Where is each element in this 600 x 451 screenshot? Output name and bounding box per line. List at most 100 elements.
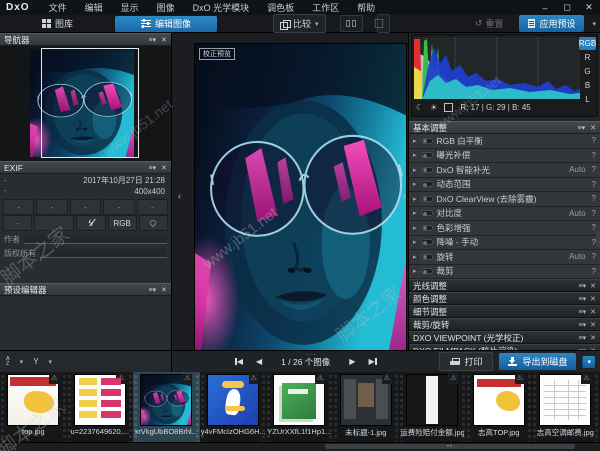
side-by-side-button[interactable]: ▯▯ bbox=[339, 15, 364, 32]
panel-menu-icon[interactable]: ≡▾ bbox=[579, 308, 587, 316]
panel-menu-icon[interactable]: ≡▾ bbox=[149, 286, 157, 294]
expand-icon[interactable]: ▸ bbox=[413, 238, 417, 246]
toggle-switch[interactable] bbox=[420, 224, 433, 231]
minimize-button[interactable]: – bbox=[534, 0, 556, 15]
expand-icon[interactable]: ▸ bbox=[413, 151, 417, 159]
menu-help[interactable]: 帮助 bbox=[348, 1, 384, 14]
panel-scrollbar[interactable] bbox=[596, 231, 600, 247]
panel-menu-icon[interactable]: ≡▾ bbox=[149, 36, 157, 44]
expand-icon[interactable]: ▸ bbox=[413, 137, 417, 145]
filmstrip-item[interactable]: ⚠ top.jpg bbox=[0, 372, 67, 442]
adjustment-row-color-enhance[interactable]: ▸ 色彩增强 ? bbox=[409, 221, 600, 236]
apply-preset-button[interactable]: 应用预设 bbox=[519, 15, 585, 32]
shadow-clipping-icon[interactable]: ☾ bbox=[416, 103, 423, 112]
panel-close-icon[interactable]: ✕ bbox=[590, 334, 596, 342]
fullscreen-preview-button[interactable]: ⃞ bbox=[377, 14, 391, 33]
panel-menu-icon[interactable]: ≡▾ bbox=[149, 164, 157, 172]
channel-r[interactable]: R bbox=[579, 51, 596, 64]
filmstrip-item[interactable]: ⚠ 未标题-1.jpg bbox=[332, 372, 399, 442]
help-icon[interactable]: ? bbox=[592, 223, 596, 232]
toggle-switch[interactable] bbox=[420, 239, 433, 246]
expand-icon[interactable]: ▸ bbox=[413, 209, 417, 217]
last-image-button[interactable]: ▶ bbox=[368, 357, 377, 366]
adjustment-row-smart-lighting[interactable]: ▸ DxO 智能补光 Auto? bbox=[409, 163, 600, 178]
expand-icon[interactable]: ▸ bbox=[413, 180, 417, 188]
menu-file[interactable]: 文件 bbox=[40, 1, 76, 14]
help-icon[interactable]: ? bbox=[592, 136, 596, 145]
compare-button[interactable]: 比较 ▾ bbox=[273, 14, 326, 33]
expand-icon[interactable]: ▸ bbox=[413, 267, 417, 275]
help-icon[interactable]: ? bbox=[592, 267, 596, 276]
panel-menu-icon[interactable]: ≡▾ bbox=[578, 124, 586, 132]
splitter-handle[interactable]: ··· bbox=[306, 350, 317, 359]
palette-light-adjust[interactable]: 光线调整 ≡▾ ✕ bbox=[409, 279, 600, 292]
panel-menu-icon[interactable]: ≡▾ bbox=[579, 321, 587, 329]
reset-button[interactable]: ↺ 重置 bbox=[467, 15, 512, 32]
expand-icon[interactable]: ▸ bbox=[413, 253, 417, 261]
filmstrip-item[interactable]: ⚠ YZUrXXfL1f1Hp1... bbox=[266, 372, 333, 442]
adjustment-row-clearview[interactable]: ▸ DxO ClearView (去除雾霾) ? bbox=[409, 192, 600, 207]
panel-close-icon[interactable]: ✕ bbox=[590, 321, 596, 329]
panel-close-icon[interactable]: ✕ bbox=[590, 308, 596, 316]
menu-view[interactable]: 显示 bbox=[112, 1, 148, 14]
maximize-button[interactable]: ◻ bbox=[556, 0, 578, 15]
menu-optics-modules[interactable]: DxO 光学模块 bbox=[184, 1, 259, 14]
help-icon[interactable]: ? bbox=[592, 165, 596, 174]
menu-workspace[interactable]: 工作区 bbox=[303, 1, 348, 14]
close-button[interactable]: ✕ bbox=[578, 0, 600, 15]
copyright-field[interactable] bbox=[40, 249, 167, 258]
help-icon[interactable]: ? bbox=[592, 151, 596, 160]
first-image-button[interactable]: ◀ bbox=[234, 357, 243, 366]
tab-library[interactable]: 图库 bbox=[28, 16, 87, 32]
channel-rgb[interactable]: RGB bbox=[579, 37, 596, 50]
main-photo[interactable]: 校正预览 bbox=[195, 44, 406, 350]
toggle-switch[interactable] bbox=[420, 181, 433, 188]
filmstrip-item[interactable]: ⚠ 志高TOP.jpg bbox=[465, 372, 532, 442]
help-icon[interactable]: ? bbox=[592, 209, 596, 218]
sort-caret-icon[interactable]: ▾ bbox=[20, 358, 24, 366]
help-icon[interactable]: ? bbox=[592, 194, 596, 203]
panel-menu-icon[interactable]: ≡▾ bbox=[579, 334, 587, 342]
print-button[interactable]: 打印 bbox=[439, 352, 494, 371]
next-image-button[interactable]: ▶ bbox=[349, 357, 355, 366]
filmstrip-item[interactable]: ⚠ u=2237649620,... bbox=[66, 372, 133, 442]
filter-icon[interactable]: Y bbox=[33, 357, 38, 366]
menu-edit[interactable]: 编辑 bbox=[76, 1, 112, 14]
help-icon[interactable]: ? bbox=[592, 180, 596, 189]
channel-g[interactable]: G bbox=[579, 65, 596, 78]
panel-menu-icon[interactable]: ≡▾ bbox=[579, 295, 587, 303]
navigator-viewport-rect[interactable] bbox=[41, 48, 139, 158]
panel-close-icon[interactable]: ✕ bbox=[161, 164, 167, 172]
panel-menu-icon[interactable]: ≡▾ bbox=[579, 282, 587, 290]
expand-icon[interactable]: ▸ bbox=[413, 166, 417, 174]
toggle-switch[interactable] bbox=[420, 253, 433, 260]
expand-icon[interactable]: ▸ bbox=[413, 224, 417, 232]
adjustment-row-crop[interactable]: ▸ 裁剪 ? bbox=[409, 264, 600, 279]
menu-palettes[interactable]: 调色板 bbox=[258, 1, 303, 14]
palette-crop-rotate[interactable]: 裁剪/旋转 ≡▾ ✕ bbox=[409, 318, 600, 331]
panel-close-icon[interactable]: ✕ bbox=[590, 282, 596, 290]
filmstrip-item[interactable]: ⚠ 运费险赔付金额.jpg bbox=[399, 372, 466, 442]
highlight-clipping-icon[interactable]: ☀ bbox=[430, 103, 437, 112]
export-caret-icon[interactable]: ▾ bbox=[582, 355, 595, 368]
panel-close-icon[interactable]: ✕ bbox=[161, 36, 167, 44]
previous-image-arrow[interactable]: ‹ bbox=[178, 191, 181, 201]
toggle-switch[interactable] bbox=[420, 152, 433, 159]
panel-close-icon[interactable]: ✕ bbox=[161, 286, 167, 294]
sort-icon[interactable]: A Z bbox=[6, 357, 10, 366]
panel-close-icon[interactable]: ✕ bbox=[590, 295, 596, 303]
filter-caret-icon[interactable]: ▾ bbox=[49, 358, 53, 366]
palette-detail-adjust[interactable]: 细节调整 ≡▾ ✕ bbox=[409, 305, 600, 318]
toggle-switch[interactable] bbox=[420, 195, 433, 202]
adjustment-row-rotate[interactable]: ▸ 旋转 Auto? bbox=[409, 250, 600, 265]
panel-close-icon[interactable]: ✕ bbox=[590, 124, 596, 132]
adjustment-row-dynamic-range[interactable]: ▸ 动态范围 ? bbox=[409, 177, 600, 192]
filmstrip-item[interactable]: ⚠ y4vFMcIzOHG6H... bbox=[199, 372, 266, 442]
navigator-preview[interactable] bbox=[0, 46, 171, 161]
adjustment-row-exposure[interactable]: ▸ 曝光补偿 ? bbox=[409, 148, 600, 163]
help-icon[interactable]: ? bbox=[592, 252, 596, 261]
tab-edit-image[interactable]: 编辑图像 bbox=[115, 15, 218, 32]
apply-preset-caret-icon[interactable]: ▾ bbox=[592, 20, 596, 28]
expand-icon[interactable]: ▸ bbox=[413, 195, 417, 203]
palette-color-adjust[interactable]: 颜色调整 ≡▾ ✕ bbox=[409, 292, 600, 305]
